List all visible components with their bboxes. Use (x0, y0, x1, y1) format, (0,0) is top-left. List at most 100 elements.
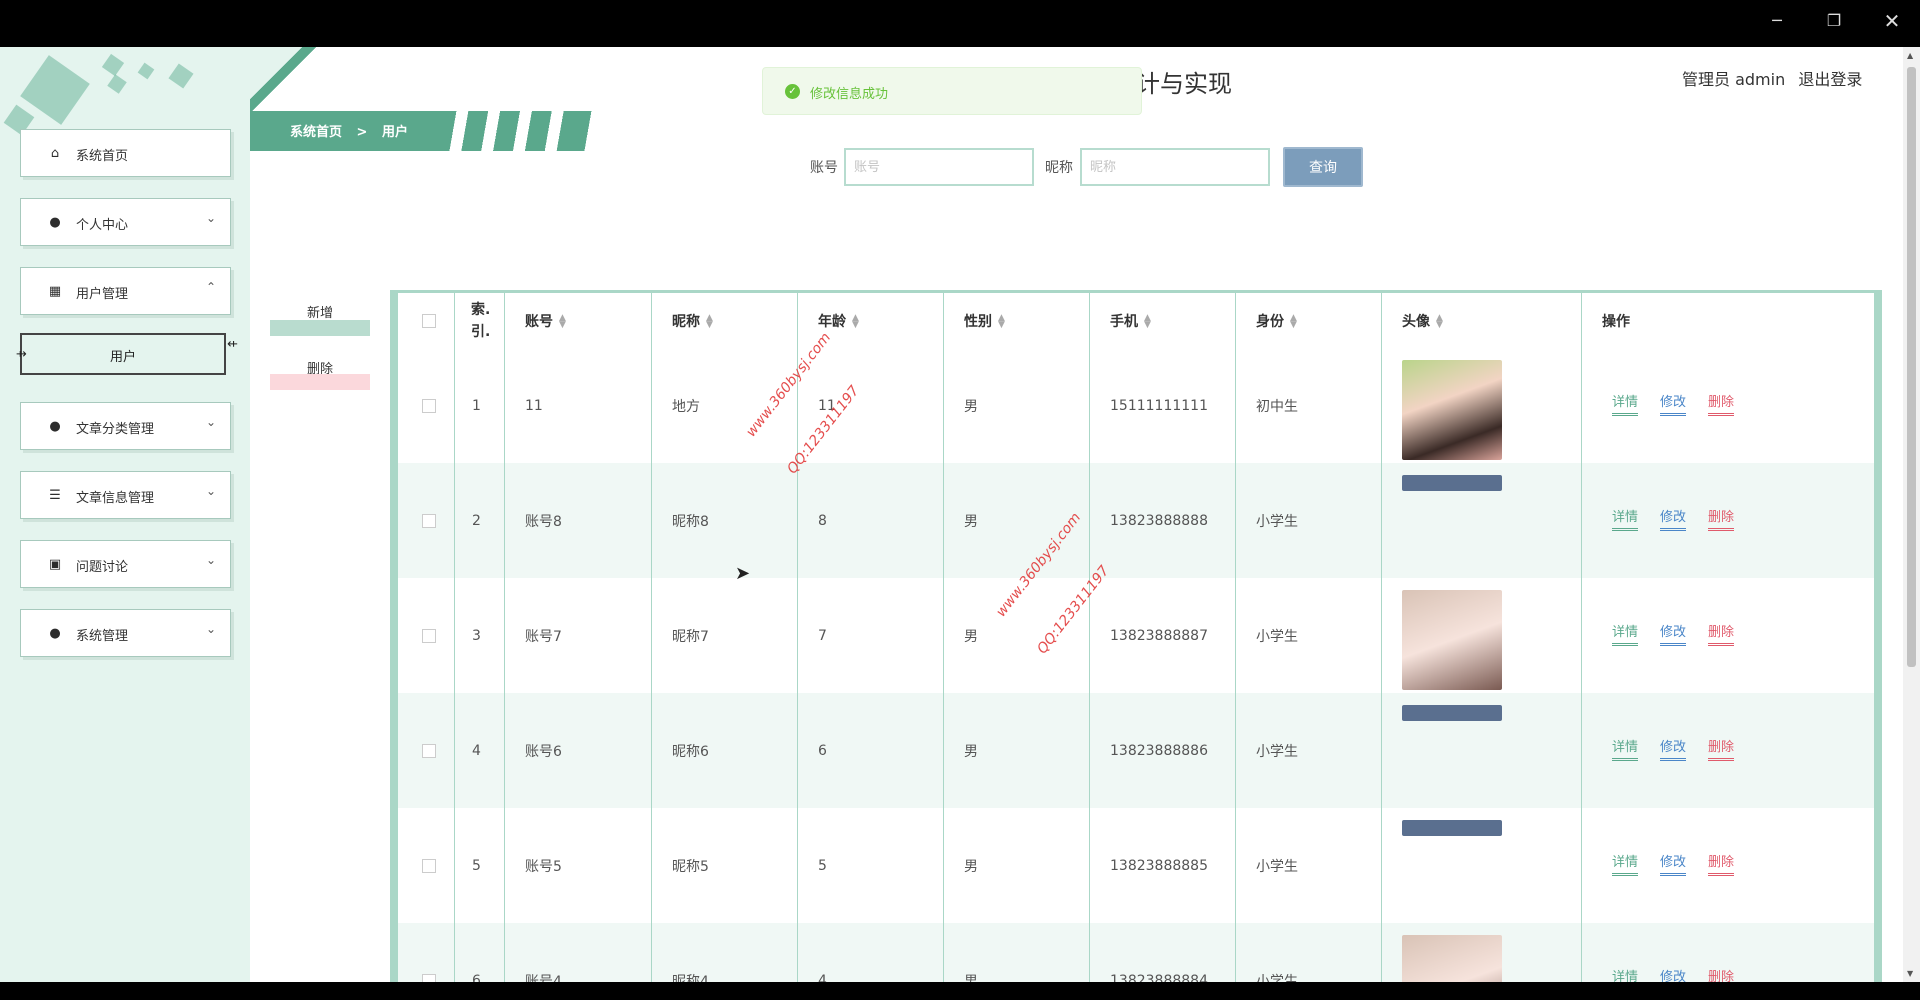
maximize-icon[interactable]: ❐ (1814, 8, 1854, 34)
avatar (1402, 590, 1502, 690)
edit-link[interactable]: 修改 (1660, 736, 1687, 761)
delete-link[interactable]: 删除 (1708, 506, 1735, 531)
app-window: ⌂ 系统首页 ● 个人中心 ⌄ ▦ 用户管理 ⌃ ⇸ 用户 ⇷ ● 文章分类管理… (0, 47, 1920, 982)
sidebar-subitem-user[interactable]: ⇸ 用户 ⇷ (16, 333, 238, 375)
cell-operations: 详情 修改 删除 (1582, 693, 1874, 808)
delete-link[interactable]: 删除 (1708, 966, 1734, 983)
cell-nickname: 昵称6 (652, 693, 798, 808)
sort-icon[interactable]: ▲ ▼ (1290, 313, 1297, 329)
breadcrumb: 系统首页 > 用户 (290, 121, 418, 140)
cell-phone: 13823888886 (1090, 693, 1236, 808)
cell-nickname-value: 昵称4 (672, 973, 709, 983)
sidebar-item-system[interactable]: ● 系统管理 ⌄ (20, 609, 231, 657)
cell-account-value: 11 (525, 397, 543, 414)
scroll-up-icon[interactable]: ▲ (1907, 51, 1913, 60)
query-button[interactable]: 查询 (1283, 147, 1363, 187)
row-checkbox[interactable] (422, 628, 436, 643)
sidebar-item-label: 文章信息管理 (76, 491, 155, 506)
scroll-down-icon[interactable]: ▼ (1907, 969, 1913, 978)
check-circle-icon: ✓ (785, 84, 800, 99)
cell-identity: 初中生 (1236, 348, 1382, 463)
delete-link[interactable]: 删除 (1708, 736, 1735, 761)
add-button[interactable]: 新增 (270, 302, 370, 336)
sidebar-item-discussion[interactable]: ▣ 问题讨论 ⌄ (20, 540, 231, 588)
sort-icon[interactable]: ▲ ▼ (998, 313, 1005, 329)
detail-link[interactable]: 详情 (1612, 621, 1639, 646)
scrollbar-thumb[interactable] (1907, 67, 1916, 667)
sidebar-item-article-info[interactable]: ☰ 文章信息管理 ⌄ (20, 471, 231, 519)
cell-phone-value: 13823888887 (1110, 627, 1208, 644)
header-nickname[interactable]: 昵称 ▲ ▼ (652, 293, 798, 348)
user-info: 管理员 admin 退出登录 (1682, 66, 1870, 90)
sort-icon[interactable]: ▲ ▼ (1436, 313, 1443, 329)
batch-delete-button[interactable]: 删除 (270, 358, 370, 390)
cell-identity: 小学生 (1236, 693, 1382, 808)
cell-account-value: 账号8 (525, 513, 562, 530)
header-age-label: 年龄 (818, 313, 846, 330)
sidebar-item-user-management[interactable]: ▦ 用户管理 ⌃ (20, 267, 231, 315)
header-phone[interactable]: 手机 ▲ ▼ (1090, 293, 1236, 348)
edit-link[interactable]: 修改 (1660, 851, 1687, 876)
edit-link[interactable]: 修改 (1660, 506, 1687, 531)
sidebar-item-label: 文章分类管理 (76, 422, 155, 437)
minimize-icon[interactable]: ─ (1757, 8, 1797, 34)
sort-icon[interactable]: ▲ ▼ (706, 313, 713, 329)
header-nickname-label: 昵称 (672, 313, 700, 330)
sidebar-item-article-category[interactable]: ● 文章分类管理 ⌄ (20, 402, 231, 450)
detail-link[interactable]: 详情 (1612, 736, 1639, 761)
mouse-cursor: ➤ (735, 563, 751, 584)
row-checkbox[interactable] (422, 973, 436, 982)
add-button-label: 新增 (306, 306, 333, 321)
cell-index: 3 (455, 578, 505, 693)
cell-gender: 男 (944, 693, 1090, 808)
sort-icon[interactable]: ▲ ▼ (852, 313, 859, 329)
row-checkbox[interactable] (422, 743, 436, 758)
select-all-checkbox[interactable] (422, 313, 436, 328)
avatar (1402, 360, 1502, 460)
nickname-search-input[interactable] (1080, 148, 1270, 186)
cell-index-value: 5 (472, 857, 481, 874)
cell-index: 4 (455, 693, 505, 808)
arrow-right-icon: ⇷ (227, 337, 238, 352)
breadcrumb-home[interactable]: 系统首页 (290, 125, 342, 140)
sort-icon[interactable]: ▲ ▼ (1144, 313, 1151, 329)
row-checkbox[interactable] (422, 398, 436, 413)
header-identity[interactable]: 身份 ▲ ▼ (1236, 293, 1382, 348)
header-avatar[interactable]: 头像 ▲ ▼ (1382, 293, 1582, 348)
detail-link[interactable]: 详情 (1612, 506, 1639, 531)
delete-link[interactable]: 删除 (1708, 621, 1735, 646)
sidebar-item-label: 系统管理 (76, 629, 129, 644)
header-select-all (398, 293, 455, 348)
cell-age: 5 (798, 808, 944, 923)
page-scrollbar[interactable]: ▲ ▼ (1903, 47, 1920, 982)
edit-link[interactable]: 修改 (1660, 966, 1686, 983)
sort-icon[interactable]: ▲ ▼ (559, 313, 566, 329)
row-checkbox[interactable] (422, 513, 436, 528)
row-checkbox[interactable] (422, 858, 436, 873)
table-row: 6 账号4 昵称4 4 男 13823888884 小学生 详情 修改 删除 (398, 923, 1874, 982)
account-search-input[interactable] (844, 148, 1034, 186)
detail-link[interactable]: 详情 (1612, 851, 1639, 876)
edit-link[interactable]: 修改 (1660, 621, 1687, 646)
grid-icon: ▦ (48, 284, 62, 299)
table-row: 3 账号7 昵称7 7 男 13823888887 小学生 详情 修改 删除 (398, 578, 1874, 693)
sidebar-item-home[interactable]: ⌂ 系统首页 (20, 129, 231, 177)
detail-link[interactable]: 详情 (1612, 966, 1638, 983)
logout-link[interactable]: 退出登录 (1798, 70, 1862, 89)
cell-gender: 男 (944, 348, 1090, 463)
header-gender[interactable]: 性别 ▲ ▼ (944, 293, 1090, 348)
edit-link[interactable]: 修改 (1660, 391, 1687, 416)
sidebar: ⌂ 系统首页 ● 个人中心 ⌄ ▦ 用户管理 ⌃ ⇸ 用户 ⇷ ● 文章分类管理… (0, 47, 250, 982)
cell-identity-value: 小学生 (1256, 513, 1298, 530)
avatar (1402, 935, 1502, 982)
delete-link[interactable]: 删除 (1708, 851, 1735, 876)
delete-link[interactable]: 删除 (1708, 391, 1735, 416)
sidebar-item-profile[interactable]: ● 个人中心 ⌄ (20, 198, 231, 246)
chevron-up-icon: ⌃ (205, 280, 216, 294)
detail-link[interactable]: 详情 (1612, 391, 1639, 416)
header-account[interactable]: 账号 ▲ ▼ (505, 293, 652, 348)
close-icon[interactable]: ✕ (1872, 8, 1912, 34)
cell-index-value: 3 (472, 627, 481, 644)
cell-index: 1 (455, 348, 505, 463)
cell-age-value: 4 (818, 972, 827, 983)
